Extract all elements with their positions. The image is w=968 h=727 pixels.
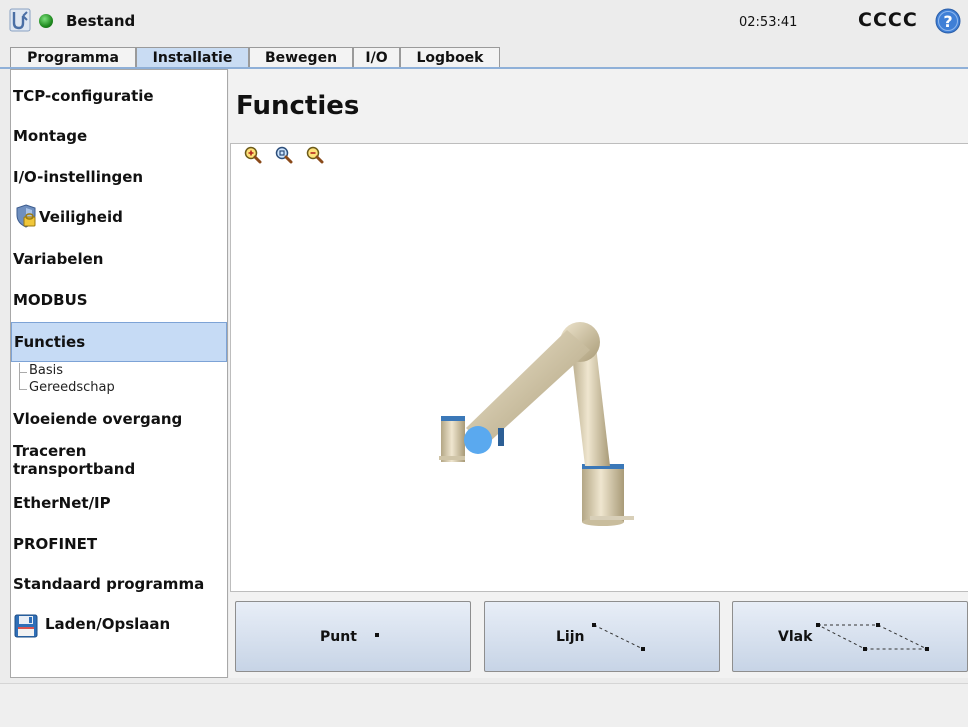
sidebar-item-standaard-programma[interactable]: Standaard programma (11, 575, 227, 593)
zoom-out-icon[interactable] (306, 146, 324, 164)
status-dot-icon (39, 14, 53, 28)
status-footer (0, 683, 968, 727)
tree-line (19, 363, 20, 389)
sidebar-item-io-instellingen[interactable]: I/O-instellingen (11, 168, 227, 186)
plane-icon (816, 623, 929, 651)
sidebar-item-label: Veiligheid (39, 208, 123, 226)
zoom-in-icon[interactable] (244, 146, 262, 164)
sidebar-item-vloeiende-overgang[interactable]: Vloeiende overgang (11, 410, 227, 428)
ur-logo-icon[interactable] (9, 8, 31, 32)
lijn-button-label: Lijn (556, 629, 585, 645)
tab-programma[interactable]: Programma (10, 47, 136, 67)
clock: 02:53:41 (739, 15, 798, 30)
line-icon (592, 623, 645, 651)
top-bar: Bestand 02:53:41 CCCC ? (0, 0, 968, 42)
point-icon (375, 633, 379, 637)
tab-io[interactable]: I/O (353, 47, 400, 67)
punt-button[interactable]: Punt (235, 601, 471, 672)
zoom-reset-icon[interactable] (275, 146, 293, 164)
help-icon[interactable]: ? (935, 8, 961, 34)
sidebar-item-veiligheid[interactable]: Veiligheid (11, 204, 227, 232)
punt-button-label: Punt (320, 629, 357, 645)
sidebar-item-laden-opslaan[interactable]: Laden/Opslaan (11, 611, 227, 641)
vlak-button[interactable]: Vlak (732, 601, 968, 672)
tab-bewegen[interactable]: Bewegen (249, 47, 353, 67)
robot-arm-model (439, 322, 634, 526)
page-title: Functies (236, 91, 360, 121)
tab-installatie[interactable]: Installatie (136, 47, 249, 69)
sidebar-item-tcp-configuratie[interactable]: TCP-configuratie (11, 87, 227, 105)
tree-branch (19, 389, 27, 390)
tree-branch (19, 372, 27, 373)
tab-logboek[interactable]: Logboek (400, 47, 500, 67)
sidebar-item-modbus[interactable]: MODBUS (11, 291, 227, 309)
sidebar-item-ethernet-ip[interactable]: EtherNet/IP (11, 494, 227, 512)
save-disk-icon (14, 614, 38, 638)
sidebar-subitem-gereedschap[interactable]: Gereedschap (29, 380, 115, 395)
sidebar-item-variabelen[interactable]: Variabelen (11, 250, 227, 268)
vlak-button-label: Vlak (778, 629, 813, 645)
sidebar-item-traceren-transportband[interactable]: Traceren transportband (11, 442, 227, 478)
sidebar-item-label: Laden/Opslaan (45, 615, 171, 633)
sidebar-item-label: Traceren (13, 442, 87, 460)
sidebar-subitem-basis[interactable]: Basis (29, 363, 63, 378)
sidebar-item-montage[interactable]: Montage (11, 127, 227, 145)
lijn-button[interactable]: Lijn (484, 601, 720, 672)
sidebar-item-functies[interactable]: Functies (11, 322, 227, 362)
sidebar-item-label-line2: transportband (13, 460, 136, 478)
sidebar-item-profinet[interactable]: PROFINET (11, 535, 227, 553)
svg-text:?: ? (943, 12, 952, 31)
app-title[interactable]: Bestand (66, 12, 135, 30)
sidebar: TCP-configuratie Montage I/O-instellinge… (10, 69, 228, 678)
robot-name: CCCC (858, 9, 918, 31)
safety-shield-icon (16, 204, 36, 228)
